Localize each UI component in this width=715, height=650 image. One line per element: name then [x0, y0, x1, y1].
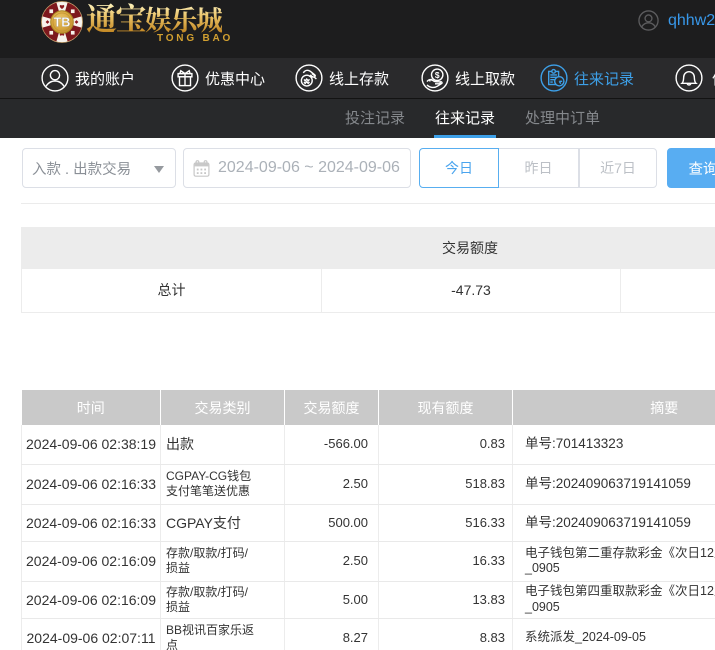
svg-text:$: $ [435, 70, 440, 80]
svg-text:TB: TB [54, 16, 71, 30]
